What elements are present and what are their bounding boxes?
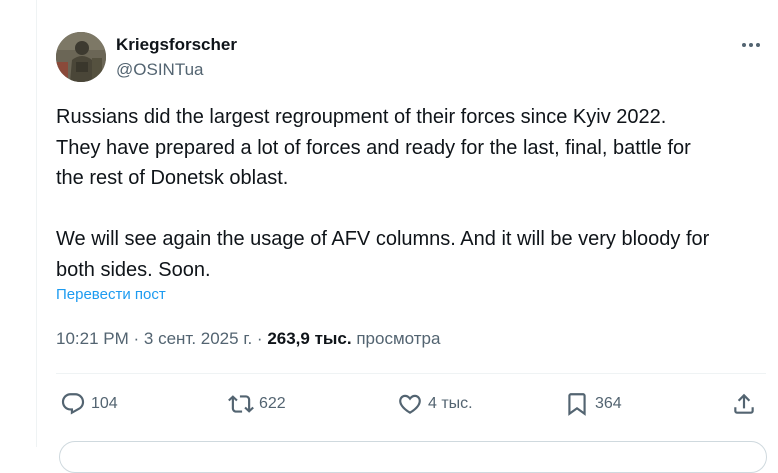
- repost-count: 622: [259, 395, 286, 412]
- tweet-text-line: We will see again the usage of AFV colum…: [56, 228, 710, 250]
- like-icon: [399, 394, 421, 414]
- author-handle[interactable]: @OSINTua: [116, 60, 203, 80]
- meta-separator: ·: [256, 329, 263, 348]
- share-button[interactable]: [731, 388, 757, 420]
- translate-post-link[interactable]: Перевести пост: [56, 286, 166, 304]
- repost-icon: [228, 395, 254, 413]
- tweet-text-line: the rest of Donetsk oblast.: [56, 167, 289, 189]
- bookmark-button[interactable]: 364: [564, 388, 622, 420]
- views-label: просмотра: [356, 329, 441, 348]
- meta-separator: ·: [133, 329, 140, 348]
- tweet-date[interactable]: 3 сент. 2025 г.: [144, 329, 252, 348]
- tweet-text-line: both sides. Soon.: [56, 258, 211, 281]
- reply-icon: [61, 393, 85, 415]
- tweet-meta: 10:21 PM · 3 сент. 2025 г. · 263,9 тыс. …: [56, 329, 440, 349]
- views-count: 263,9 тыс.: [267, 329, 352, 348]
- reply-composer-box[interactable]: [59, 441, 767, 473]
- more-options-button[interactable]: [737, 33, 765, 57]
- bookmark-count: 364: [595, 395, 622, 412]
- soldier-avatar-image: [56, 32, 106, 82]
- author-name[interactable]: Kriegsforscher: [116, 35, 237, 55]
- tweet-time[interactable]: 10:21 PM: [56, 329, 129, 348]
- like-button[interactable]: 4 тыс.: [397, 388, 473, 420]
- tweet: Kriegsforscher @OSINTua Russians did the…: [37, 0, 778, 473]
- tweet-text: Russians did the largest regroupment of …: [56, 102, 776, 285]
- author-avatar[interactable]: [56, 32, 106, 82]
- tweet-text-line: Russians did the largest regroupment of …: [56, 106, 667, 128]
- tweet-text-line: They have prepared a lot of forces and r…: [56, 136, 691, 159]
- bookmark-icon: [568, 393, 586, 416]
- reply-count: 104: [91, 395, 118, 412]
- share-icon: [734, 393, 754, 414]
- repost-button[interactable]: 622: [228, 388, 286, 420]
- reply-button[interactable]: 104: [60, 388, 118, 420]
- actions-divider: [56, 373, 766, 374]
- tweet-actions-bar: 104 622 4 тыс. 364: [37, 388, 778, 420]
- like-count: 4 тыс.: [428, 395, 473, 412]
- more-horizontal-icon: [742, 43, 760, 47]
